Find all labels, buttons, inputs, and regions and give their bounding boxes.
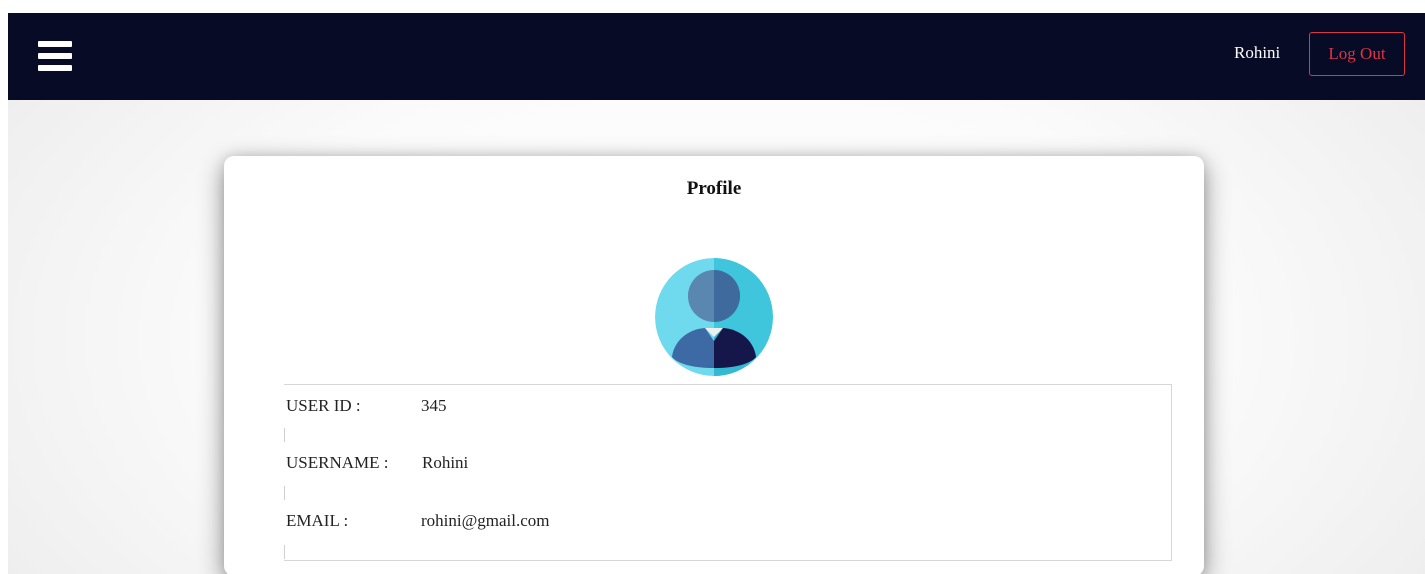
- email-value: rohini@gmail.com: [421, 511, 550, 530]
- page-title: Profile: [686, 178, 742, 199]
- user-avatar-icon: [655, 258, 773, 376]
- logout-button[interactable]: Log Out: [1309, 32, 1405, 76]
- detail-row-username: USERNAME : Rohini: [284, 453, 1164, 483]
- detail-row-user-id: USER ID : 345: [284, 396, 1164, 426]
- username-label: USERNAME :: [286, 453, 389, 472]
- user-id-value: 345: [421, 396, 447, 415]
- row-divider: [284, 486, 285, 500]
- profile-card: Profile USER ID : 345 USERNAME: Rohini …: [224, 156, 1204, 574]
- detail-row-email: EMAIL : rohini@gmail.com: [284, 511, 1164, 541]
- profile-details-table: USER ID : 345 USERNAME : Rohini EMAIL : …: [284, 384, 1172, 561]
- top-navbar: Rohini Log Out: [8, 13, 1425, 100]
- username-value: Rohini: [422, 453, 469, 472]
- row-divider: [284, 545, 285, 559]
- user-id-label: USER ID :: [286, 396, 361, 415]
- page-background: Rohini Log Out Profile USER ID : 345 USE…: [8, 13, 1425, 574]
- hamburger-menu-icon[interactable]: [38, 41, 72, 75]
- email-label: EMAIL :: [286, 511, 349, 530]
- navbar-username: Rohini: [1234, 43, 1281, 62]
- row-divider: [284, 428, 285, 442]
